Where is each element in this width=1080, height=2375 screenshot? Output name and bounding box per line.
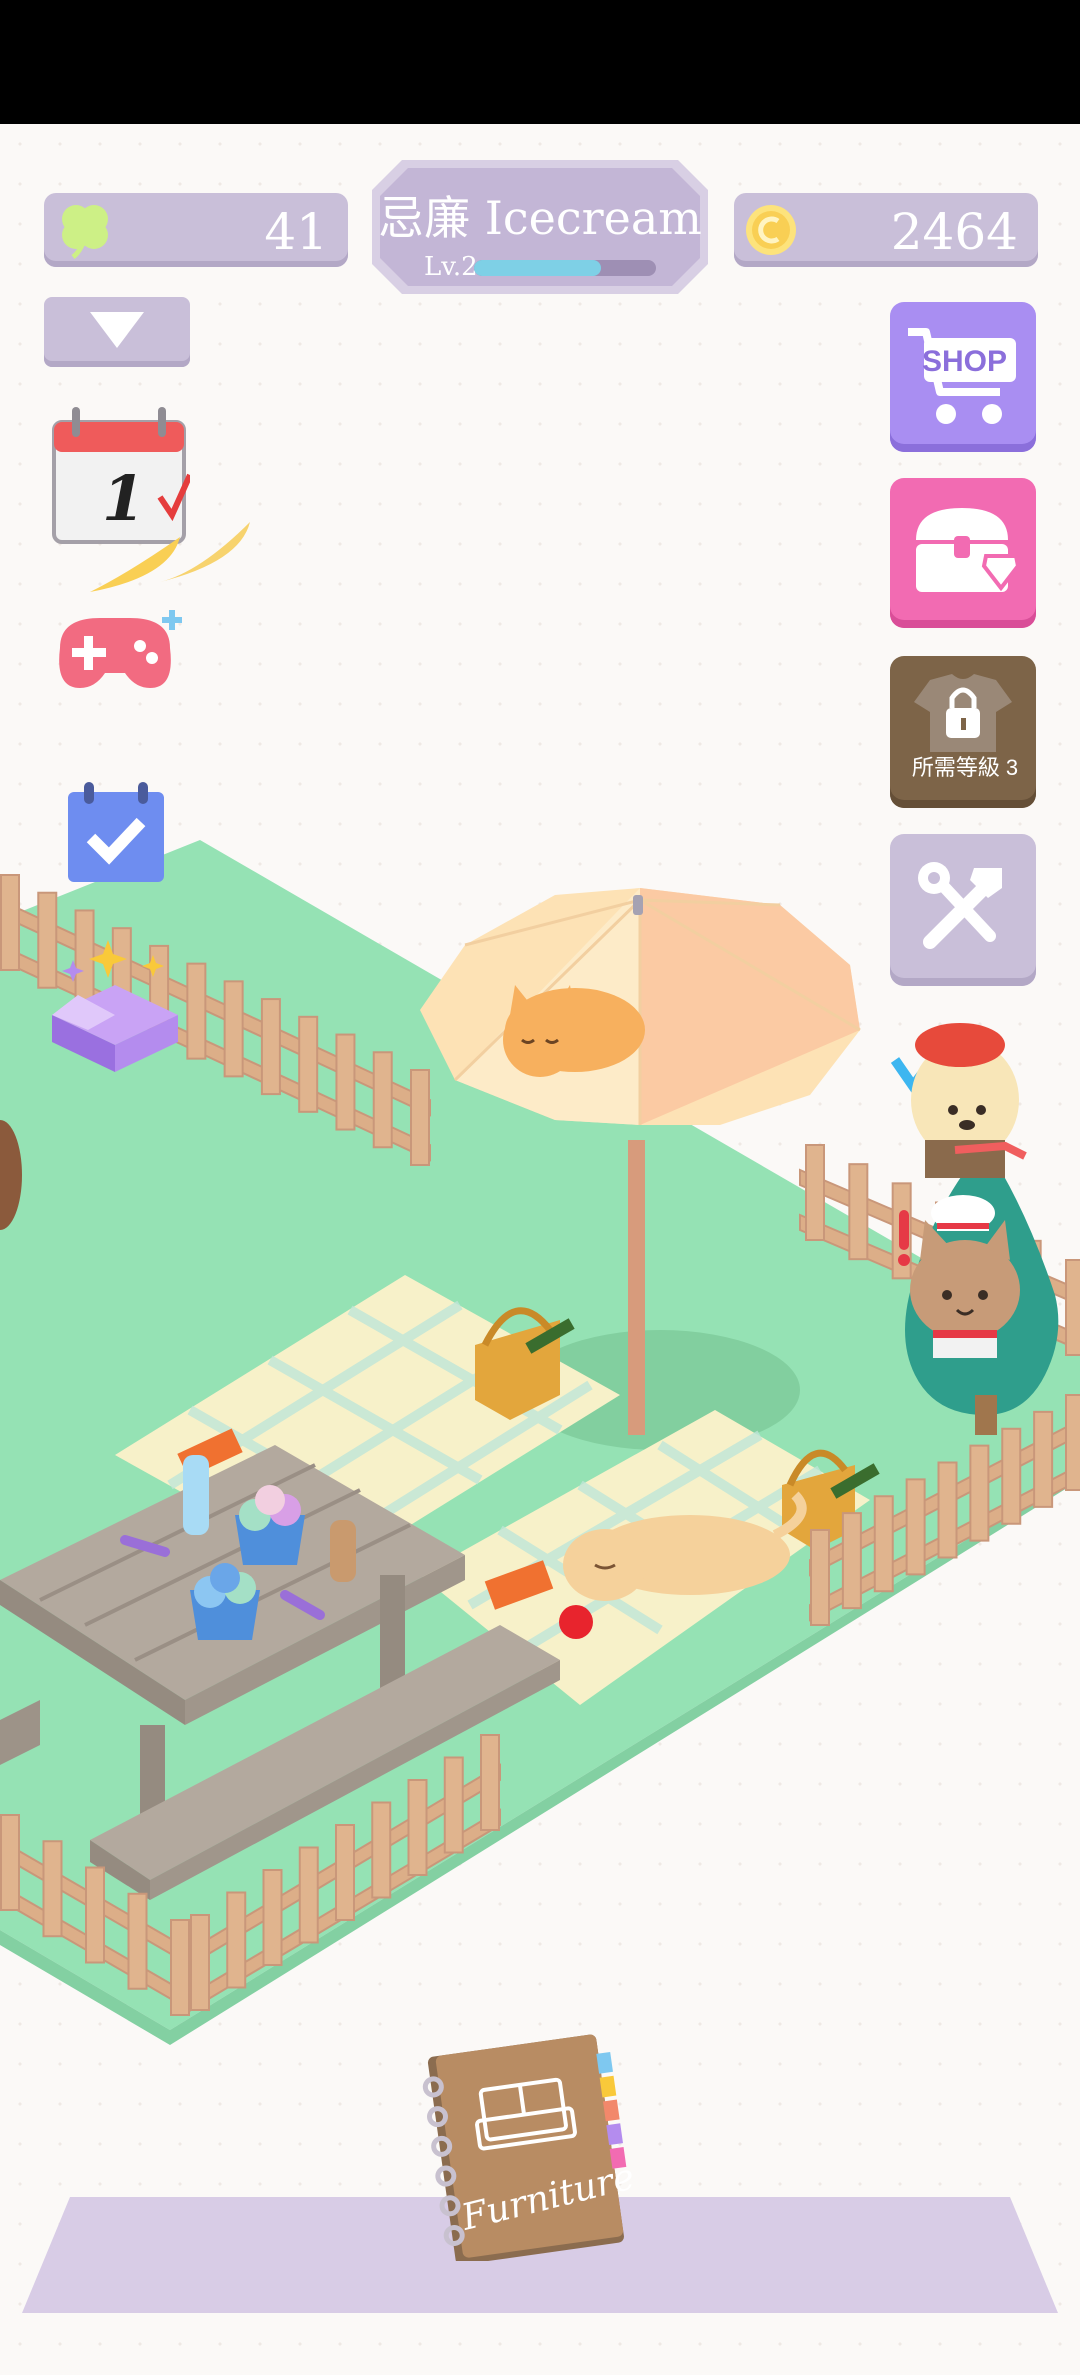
coin-icon (746, 205, 796, 255)
fence-post (407, 1779, 428, 1876)
furniture-book-icon (422, 2034, 627, 2265)
level-label: Lv.2 (424, 252, 478, 282)
fence-post (223, 980, 244, 1078)
fence-post (805, 1144, 825, 1241)
clover-counter: 41 (44, 193, 348, 267)
fence-post (42, 1840, 63, 1938)
clover-count: 41 (264, 203, 328, 261)
tools-icon (918, 862, 1002, 949)
fence-post (848, 1163, 869, 1261)
fence-post (1001, 1427, 1022, 1525)
fence-post (170, 1919, 190, 2016)
fence-post (85, 1866, 105, 1964)
level-progress-fill (474, 260, 602, 276)
fence-post (810, 1529, 830, 1626)
fence-post (410, 1069, 430, 1166)
umbrella (420, 888, 861, 1125)
fence-post (262, 1869, 283, 1966)
treasure-chest-icon (916, 508, 1020, 592)
lock-shirt-icon (914, 674, 1012, 752)
shop-label: SHOP (922, 345, 1008, 378)
shop-title-plate[interactable]: 忌廉 Icecream Lv.2 (372, 160, 708, 294)
shop-title: 忌廉 Icecream (378, 191, 702, 245)
locked-wardrobe-button[interactable]: 所需等級 3 (890, 656, 1036, 808)
expand-menu-button[interactable] (44, 297, 190, 367)
fence-post (905, 1478, 926, 1576)
coin-counter: 2464 (734, 193, 1038, 267)
fence-post (186, 962, 207, 1060)
fence-post (260, 998, 281, 1096)
tools-button[interactable] (890, 834, 1036, 986)
fence-post (371, 1801, 392, 1899)
clover-icon (62, 205, 108, 259)
daily-calendar-button[interactable]: 1 (50, 402, 250, 592)
fence-post (873, 1495, 894, 1593)
fence-post (1065, 1394, 1080, 1491)
fence-post (1033, 1410, 1054, 1508)
checklist-icon[interactable] (66, 780, 166, 885)
fence-post (1065, 1259, 1080, 1356)
level-progress-bar (474, 260, 656, 276)
apple (559, 1605, 593, 1639)
coin-count: 2464 (890, 203, 1018, 261)
fence-post (841, 1512, 862, 1610)
fence-post (0, 1814, 20, 1911)
fence-post (372, 1051, 393, 1149)
fence-post (298, 1846, 319, 1944)
gamepad-icon[interactable] (50, 608, 185, 693)
locked-label: 所需等級 3 (911, 755, 1019, 780)
treasure-button[interactable] (890, 478, 1036, 628)
furniture-book-button[interactable]: Furniture (418, 2025, 639, 2265)
fence-post (969, 1444, 990, 1542)
fence-post (127, 1892, 148, 1990)
umbrella-pole (628, 1140, 645, 1435)
fence-post (480, 1734, 500, 1831)
fence-post (0, 874, 20, 971)
fence-post (335, 1824, 355, 1921)
fence-post (226, 1891, 247, 1989)
banana-icon (90, 522, 250, 592)
fence-post (190, 1914, 210, 2011)
shop-button[interactable]: SHOP (890, 302, 1036, 452)
fence-post (298, 1015, 319, 1113)
poodle-customer-icon[interactable] (885, 1010, 1035, 1180)
fence-post (443, 1756, 464, 1854)
gift-box-icon[interactable] (48, 930, 183, 1075)
fence-post (335, 1033, 356, 1131)
fence-post (937, 1461, 958, 1559)
cat-chef-icon[interactable] (895, 1185, 1030, 1360)
dropdown-arrow-icon (90, 312, 144, 348)
